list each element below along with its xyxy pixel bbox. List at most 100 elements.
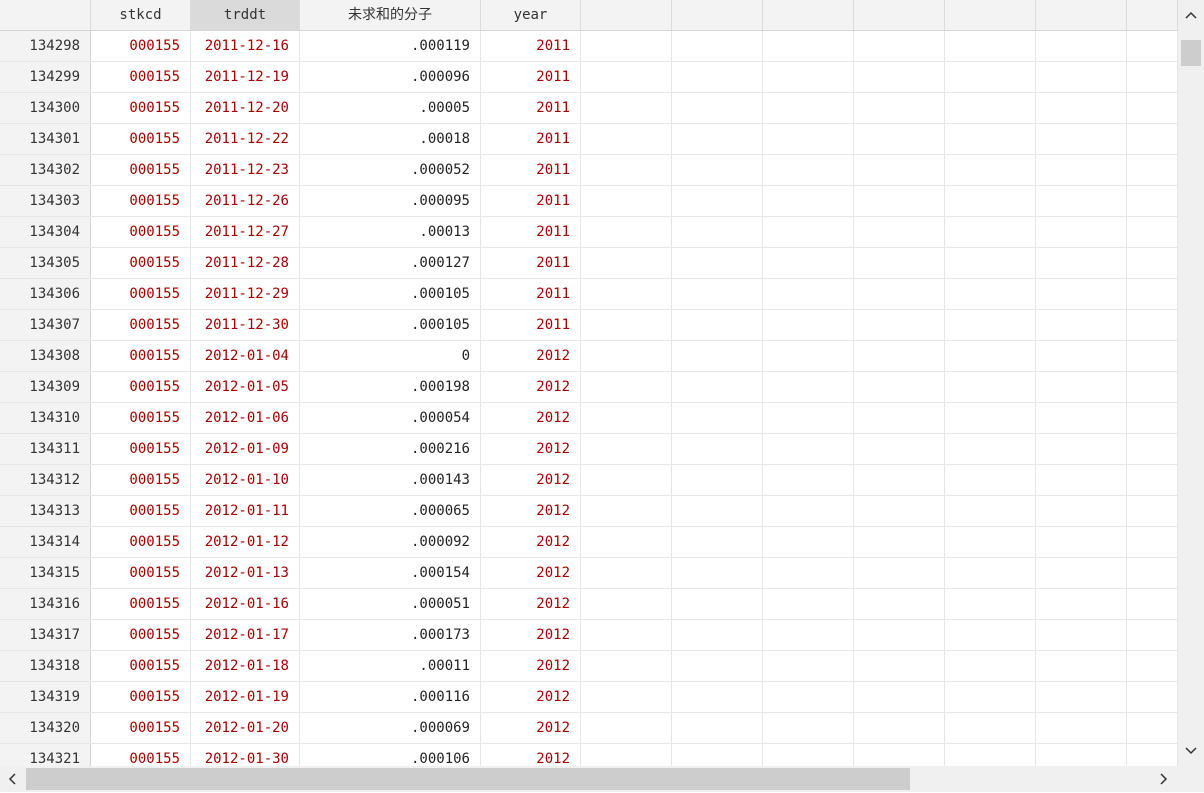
stkcd-cell[interactable]: 000155 [91,124,191,154]
empty-cell[interactable] [763,558,854,588]
empty-cell[interactable] [854,93,945,123]
stkcd-cell[interactable]: 000155 [91,279,191,309]
stkcd-cell[interactable]: 000155 [91,496,191,526]
numerator-cell[interactable]: .000154 [300,558,481,588]
empty-cell[interactable] [763,186,854,216]
empty-cell[interactable] [1036,248,1127,278]
column-header-year[interactable]: year [481,0,581,30]
empty-cell[interactable] [1036,217,1127,247]
empty-cell[interactable] [763,93,854,123]
year-cell[interactable]: 2012 [481,527,581,557]
stkcd-cell[interactable]: 000155 [91,186,191,216]
trddt-cell[interactable]: 2011-12-23 [191,155,300,185]
empty-cell[interactable] [1036,589,1127,619]
empty-cell[interactable] [581,558,672,588]
stkcd-cell[interactable]: 000155 [91,403,191,433]
empty-cell[interactable] [945,434,1036,464]
empty-cell[interactable] [672,248,763,278]
empty-cell[interactable] [945,186,1036,216]
table-row[interactable]: 134319 000155 2012-01-19.000116 2012 [0,682,1178,713]
stkcd-cell[interactable]: 000155 [91,372,191,402]
empty-cell[interactable] [1036,279,1127,309]
empty-cell[interactable] [1036,155,1127,185]
empty-cell[interactable] [1036,558,1127,588]
numerator-cell[interactable]: .00011 [300,651,481,681]
empty-cell[interactable] [581,682,672,712]
year-cell[interactable]: 2012 [481,341,581,371]
stkcd-cell[interactable]: 000155 [91,93,191,123]
empty-cell[interactable] [1127,155,1178,185]
table-row[interactable]: 134316 000155 2012-01-16.000051 2012 [0,589,1178,620]
empty-cell[interactable] [945,558,1036,588]
empty-cell[interactable] [1036,434,1127,464]
empty-cell[interactable] [672,31,763,61]
empty-cell[interactable] [1127,465,1178,495]
year-cell[interactable]: 2011 [481,186,581,216]
empty-cell[interactable] [1127,403,1178,433]
numerator-cell[interactable]: .00013 [300,217,481,247]
empty-cell[interactable] [763,124,854,154]
empty-cell[interactable] [854,465,945,495]
empty-cell[interactable] [763,62,854,92]
empty-cell[interactable] [581,589,672,619]
empty-cell[interactable] [672,713,763,743]
trddt-cell[interactable]: 2012-01-10 [191,465,300,495]
numerator-cell[interactable]: .000216 [300,434,481,464]
empty-cell[interactable] [1036,186,1127,216]
table-row[interactable]: 134308 000155 2012-01-04 0 2012 [0,341,1178,372]
empty-cell[interactable] [1036,744,1127,766]
empty-cell[interactable] [1127,341,1178,371]
empty-cell[interactable] [945,341,1036,371]
empty-cell[interactable] [1127,651,1178,681]
empty-cell[interactable] [763,155,854,185]
trddt-cell[interactable]: 2012-01-11 [191,496,300,526]
empty-cell[interactable] [1036,62,1127,92]
empty-cell[interactable] [763,713,854,743]
stkcd-cell[interactable]: 000155 [91,713,191,743]
numerator-cell[interactable]: .00005 [300,93,481,123]
empty-cell[interactable] [1127,248,1178,278]
year-cell[interactable]: 2012 [481,403,581,433]
trddt-cell[interactable]: 2012-01-09 [191,434,300,464]
table-row[interactable]: 134317 000155 2012-01-17.000173 2012 [0,620,1178,651]
empty-cell[interactable] [945,403,1036,433]
table-row[interactable]: 134305 000155 2011-12-28.000127 2011 [0,248,1178,279]
empty-cell[interactable] [1036,713,1127,743]
empty-cell[interactable] [581,310,672,340]
empty-cell[interactable] [1036,93,1127,123]
empty-cell[interactable] [672,403,763,433]
numerator-cell[interactable]: .000119 [300,31,481,61]
empty-cell[interactable] [763,341,854,371]
year-cell[interactable]: 2012 [481,713,581,743]
empty-cell[interactable] [672,527,763,557]
empty-cell[interactable] [581,62,672,92]
empty-cell[interactable] [1127,124,1178,154]
table-row[interactable]: 134300 000155 2011-12-20.00005 2011 [0,93,1178,124]
empty-cell[interactable] [945,372,1036,402]
empty-cell[interactable] [1127,372,1178,402]
numerator-cell[interactable]: .000116 [300,682,481,712]
scroll-left-button[interactable] [0,766,24,792]
numerator-cell[interactable]: .000143 [300,465,481,495]
table-row[interactable]: 134320 000155 2012-01-20.000069 2012 [0,713,1178,744]
empty-cell[interactable] [581,155,672,185]
empty-cell[interactable] [945,310,1036,340]
empty-cell[interactable] [854,155,945,185]
numerator-cell[interactable]: .000096 [300,62,481,92]
empty-cell[interactable] [763,403,854,433]
table-row[interactable]: 134299 000155 2011-12-19.000096 2011 [0,62,1178,93]
year-cell[interactable]: 2011 [481,310,581,340]
stkcd-cell[interactable]: 000155 [91,62,191,92]
empty-cell[interactable] [1036,651,1127,681]
empty-cell[interactable] [1127,217,1178,247]
numerator-cell[interactable]: .000198 [300,372,481,402]
empty-cell[interactable] [672,217,763,247]
scroll-up-button[interactable] [1178,0,1204,30]
empty-cell[interactable] [945,155,1036,185]
empty-cell[interactable] [763,217,854,247]
empty-cell[interactable] [1127,31,1178,61]
empty-cell[interactable] [581,434,672,464]
trddt-cell[interactable]: 2011-12-30 [191,310,300,340]
empty-cell[interactable] [945,744,1036,766]
table-row[interactable]: 134309 000155 2012-01-05.000198 2012 [0,372,1178,403]
